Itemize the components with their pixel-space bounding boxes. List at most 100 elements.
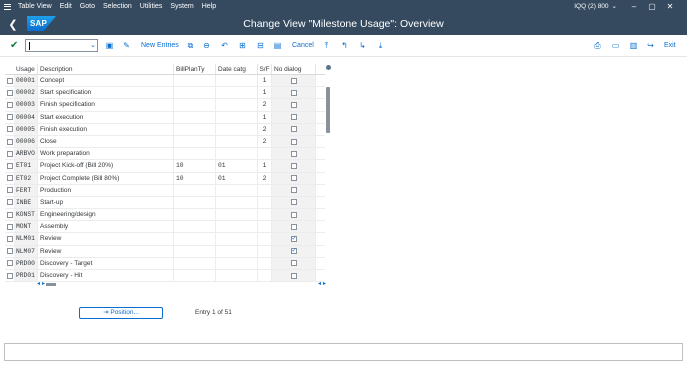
minimize-icon[interactable]: – (627, 0, 641, 13)
no-dialog-checkbox[interactable] (290, 114, 297, 121)
row-selector[interactable] (5, 75, 14, 86)
row-select-checkbox[interactable] (6, 101, 13, 108)
cell-billplanty[interactable] (174, 221, 216, 233)
table-row[interactable]: INBE Start-up (5, 196, 325, 210)
first-page-icon[interactable]: ⤒ (321, 40, 332, 51)
no-dialog-checkbox[interactable] (290, 150, 297, 157)
next-page-icon[interactable]: ↳ (357, 40, 368, 51)
row-selector[interactable] (5, 209, 14, 220)
exit-button[interactable]: Exit (664, 39, 676, 52)
cell-date-catg[interactable] (216, 221, 258, 233)
cell-billplanty[interactable] (174, 135, 216, 148)
menu-edit[interactable]: Edit (56, 0, 76, 13)
row-selector[interactable] (5, 185, 14, 196)
row-selector[interactable] (5, 221, 14, 232)
table-row[interactable]: 00004 Start execution 1 (5, 111, 325, 124)
row-selector[interactable] (5, 270, 14, 281)
column-header-billplanty[interactable]: BillPlanTy (174, 64, 216, 74)
layout-icon[interactable]: ▥ (628, 40, 639, 51)
row-select-checkbox[interactable] (6, 199, 13, 206)
cell-date-catg[interactable]: 01 (216, 172, 258, 184)
no-dialog-checkbox[interactable] (290, 77, 297, 84)
cell-billplanty[interactable] (174, 245, 216, 257)
no-dialog-checkbox[interactable] (290, 89, 297, 96)
row-select-checkbox[interactable] (6, 236, 13, 243)
cell-description[interactable]: Project Complete (Bill 80%) (38, 172, 174, 184)
row-selector[interactable] (5, 148, 14, 159)
scroll-thumb[interactable] (326, 87, 330, 133)
cell-sf[interactable]: 2 (258, 123, 272, 135)
delete-icon[interactable]: ⊖ (201, 40, 212, 51)
no-dialog-checkbox[interactable] (290, 101, 297, 108)
row-select-checkbox[interactable] (6, 175, 13, 182)
column-header-usage[interactable]: Usage (14, 64, 38, 74)
column-header-date-catg[interactable]: Date catg (216, 64, 258, 74)
no-dialog-checkbox[interactable]: ✓ (290, 248, 297, 255)
no-dialog-checkbox[interactable] (290, 199, 297, 206)
cell-sf[interactable] (258, 233, 272, 245)
command-field[interactable]: ⌄ (25, 39, 98, 52)
table-row[interactable]: ARBVO Work preparation (5, 148, 325, 161)
row-select-checkbox[interactable] (6, 211, 13, 218)
row-select-checkbox[interactable] (6, 223, 13, 230)
cell-description[interactable]: Assembly (38, 221, 174, 233)
cell-description[interactable]: Review (38, 245, 174, 257)
cell-sf[interactable] (258, 270, 272, 282)
row-selector[interactable] (5, 99, 14, 110)
cell-date-catg[interactable] (216, 135, 258, 148)
cell-description[interactable]: Start specification (38, 87, 174, 99)
scroll-left-icon[interactable]: ◂ (37, 280, 40, 287)
row-select-checkbox[interactable] (6, 162, 13, 169)
cell-sf[interactable] (258, 245, 272, 257)
table-row[interactable]: 00006 Close 2 (5, 135, 325, 149)
row-select-checkbox[interactable] (6, 77, 13, 84)
cell-sf[interactable]: 2 (258, 135, 272, 148)
cell-description[interactable]: Review (38, 233, 174, 245)
cell-date-catg[interactable] (216, 87, 258, 99)
cell-description[interactable]: Close (38, 135, 174, 148)
cell-billplanty[interactable] (174, 75, 216, 87)
row-selector[interactable] (5, 124, 14, 135)
cell-description[interactable]: Start-up (38, 196, 174, 209)
row-select-checkbox[interactable] (6, 272, 13, 279)
undo-icon[interactable]: ↶ (219, 40, 230, 51)
row-select-checkbox[interactable] (6, 260, 13, 267)
row-select-checkbox[interactable] (6, 89, 13, 96)
cell-date-catg[interactable] (216, 123, 258, 135)
save-icon[interactable]: ▣ (104, 40, 115, 51)
menu-goto[interactable]: Goto (76, 0, 99, 13)
previous-page-icon[interactable]: ↰ (339, 40, 350, 51)
row-selector[interactable] (5, 246, 14, 257)
display-change-icon[interactable]: ✎ (121, 40, 132, 51)
cell-sf[interactable] (258, 209, 272, 221)
cell-billplanty[interactable] (174, 184, 216, 196)
no-dialog-checkbox[interactable] (290, 260, 297, 267)
close-icon[interactable]: ✕ (663, 0, 677, 13)
cell-sf[interactable] (258, 184, 272, 196)
table-row[interactable]: NLM01 Review ✓ (5, 233, 325, 246)
cell-sf[interactable] (258, 257, 272, 269)
cell-description[interactable]: Finish execution (38, 123, 174, 135)
no-dialog-checkbox[interactable] (290, 126, 297, 133)
row-selector[interactable] (5, 173, 14, 184)
cell-description[interactable]: Discovery - Target (38, 257, 174, 269)
table-row[interactable]: PRD01 Discovery - Hit (5, 270, 325, 283)
table-row[interactable]: ET01 Project Kick-off (Bill 20%) 10 01 1 (5, 160, 325, 173)
cell-description[interactable]: Project Kick-off (Bill 20%) (38, 160, 174, 172)
no-dialog-checkbox[interactable] (290, 187, 297, 194)
exit-icon[interactable]: ↪ (645, 40, 656, 51)
cell-billplanty[interactable]: 10 (174, 172, 216, 184)
select-all-icon[interactable]: ⊞ (237, 40, 248, 51)
cell-date-catg[interactable] (216, 111, 258, 123)
scroll-right-end-icon[interactable]: ▸ (323, 280, 326, 287)
cell-billplanty[interactable] (174, 148, 216, 160)
menu-table-view[interactable]: Table View (14, 0, 56, 13)
cell-billplanty[interactable] (174, 87, 216, 99)
no-dialog-checkbox[interactable] (290, 175, 297, 182)
table-row[interactable]: FERT Production (5, 184, 325, 197)
scroll-right-icon[interactable]: ▸ (42, 280, 45, 287)
cell-billplanty[interactable]: 10 (174, 160, 216, 172)
cell-description[interactable]: Start execution (38, 111, 174, 123)
cell-sf[interactable]: 1 (258, 160, 272, 172)
no-dialog-checkbox[interactable] (290, 223, 297, 230)
